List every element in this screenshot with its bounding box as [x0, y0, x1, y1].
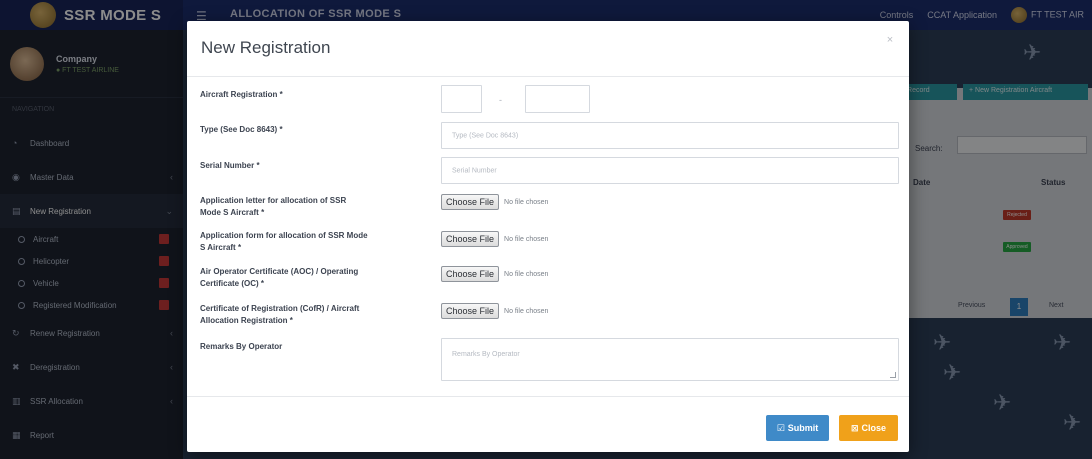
remarks-label-text: Remarks By Operator [200, 342, 283, 351]
serial-number-input[interactable]: Serial Number [441, 157, 899, 184]
check-square-icon: ☑ [776, 422, 785, 433]
close-icon[interactable]: × [883, 33, 897, 47]
choose-file-button[interactable]: Choose File [441, 303, 500, 319]
resize-handle-icon[interactable] [890, 372, 896, 378]
cofr-label: Certificate of Registration (CofR) / Air… [200, 303, 359, 327]
cofr-file-input: Choose File No file chosen [441, 302, 548, 320]
application-letter-file-input: Choose File No file chosen [441, 193, 548, 211]
aoc-label-line2: Certificate (OC) [200, 279, 259, 288]
file-status: No file chosen [504, 198, 549, 206]
application-form-label: Application form for allocation of SSR M… [200, 230, 368, 254]
application-form-label-line1: Application form for allocation of SSR M… [200, 231, 368, 240]
registration-prefix-input[interactable] [441, 85, 482, 113]
new-registration-modal: New Registration × Aircraft Registration… [187, 21, 909, 452]
close-square-icon: ⊠ [850, 422, 859, 433]
file-status: No file chosen [504, 270, 549, 278]
close-button[interactable]: ⊠ Close [839, 415, 898, 441]
submit-button[interactable]: ☑ Submit [766, 415, 829, 441]
choose-file-button[interactable]: Choose File [441, 266, 500, 282]
modal-footer: ☑ Submit ⊠ Close [187, 396, 909, 452]
registration-suffix-input[interactable] [525, 85, 590, 113]
required-mark: * [260, 279, 265, 288]
file-status: No file chosen [504, 235, 549, 243]
cofr-label-line2: Allocation Registration [200, 316, 288, 325]
application-letter-label-line2: Mode S Aircraft [200, 208, 259, 217]
type-label: Type (See Doc 8643) * [200, 124, 283, 136]
application-letter-label-line1: Application letter for allocation of SSR [200, 196, 347, 205]
remarks-label: Remarks By Operator [200, 341, 282, 353]
application-form-file-input: Choose File No file chosen [441, 230, 548, 248]
type-input[interactable]: Type (See Doc 8643) [441, 122, 899, 149]
aircraft-registration-label: Aircraft Registration * [200, 89, 283, 101]
serial-number-placeholder: Serial Number [452, 167, 497, 174]
remarks-textarea[interactable]: Remarks By Operator [441, 338, 899, 381]
modal-header: New Registration × [187, 21, 909, 77]
aircraft-registration-label-text: Aircraft Registration [200, 90, 278, 99]
required-mark: * [289, 316, 293, 325]
required-mark: * [279, 125, 283, 134]
remarks-placeholder: Remarks By Operator [452, 351, 520, 358]
serial-number-label-text: Serial Number [200, 161, 255, 170]
aoc-label: Air Operator Certificate (AOC) / Operati… [200, 266, 358, 290]
submit-label: Submit [787, 423, 819, 433]
aoc-label-line1: Air Operator Certificate (AOC) / Operati… [200, 267, 359, 276]
choose-file-button[interactable]: Choose File [441, 194, 500, 210]
file-status: No file chosen [504, 307, 549, 315]
required-mark: * [237, 243, 242, 252]
aoc-file-input: Choose File No file chosen [441, 265, 548, 283]
application-letter-label: Application letter for allocation of SSR… [200, 195, 346, 219]
application-form-label-line2: S Aircraft [200, 243, 236, 252]
cofr-label-line1: Certificate of Registration (CofR) / Air… [200, 304, 360, 313]
required-mark: * [279, 90, 283, 99]
required-mark: * [261, 208, 265, 217]
registration-separator: - [499, 95, 502, 105]
modal-title: New Registration [201, 38, 331, 57]
choose-file-button[interactable]: Choose File [441, 231, 500, 247]
close-label: Close [861, 423, 887, 433]
required-mark: * [256, 161, 260, 170]
type-label-text: Type (See Doc 8643) [200, 125, 278, 134]
type-placeholder: Type (See Doc 8643) [452, 132, 519, 139]
serial-number-label: Serial Number * [200, 160, 260, 172]
